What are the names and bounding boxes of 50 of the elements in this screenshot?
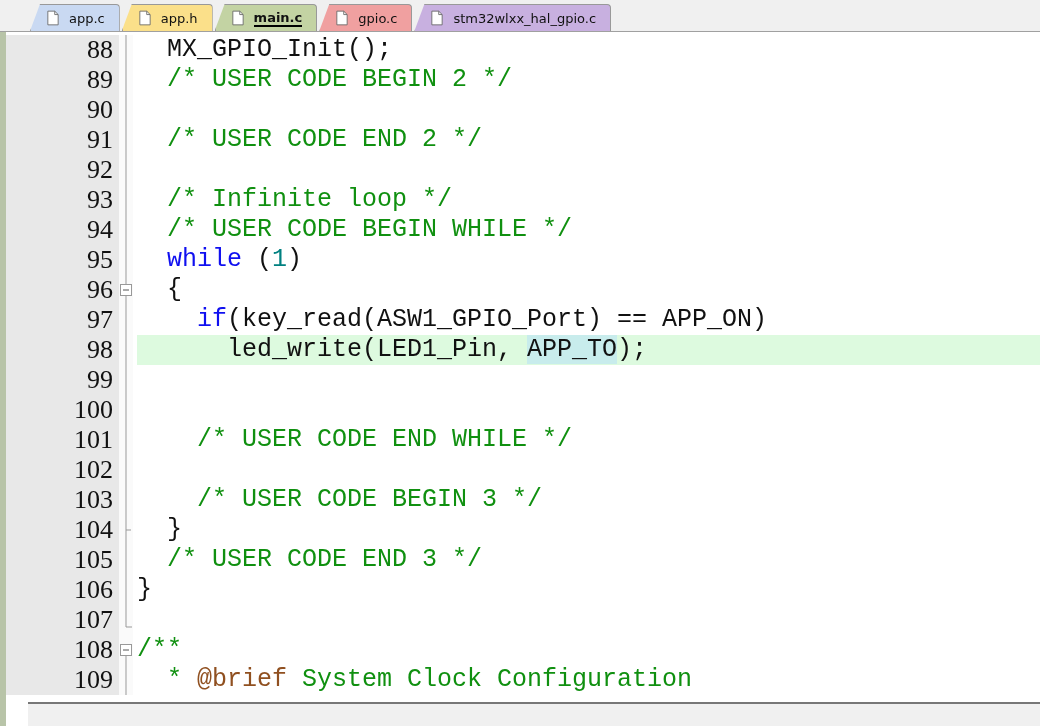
line-number: 104	[74, 515, 113, 545]
file-tab[interactable]: gpio.c	[319, 4, 413, 31]
line-number: 95	[87, 245, 113, 275]
line-number: 96	[87, 275, 113, 305]
file-icon	[47, 10, 59, 26]
code-line: MX_GPIO_Init();	[166, 35, 393, 65]
line-number: 99	[87, 365, 113, 395]
code-line: /* USER CODE BEGIN 2 */	[166, 65, 513, 95]
line-number: 91	[87, 125, 113, 155]
line-number: 100	[74, 395, 113, 425]
code-line: * @brief System Clock Configuration	[166, 665, 693, 695]
line-number: 90	[87, 95, 113, 125]
line-number: 92	[87, 155, 113, 185]
file-icon	[138, 10, 151, 26]
file-tab[interactable]: app.h	[121, 4, 213, 31]
code-line: /* USER CODE BEGIN WHILE */	[166, 215, 573, 245]
code-line: while (1)	[166, 245, 303, 275]
code-line: /* USER CODE BEGIN 3 */	[196, 485, 543, 515]
collapse-icon[interactable]	[119, 275, 133, 305]
line-number: 101	[74, 425, 113, 455]
code-line: /**	[137, 635, 182, 665]
code-line: }	[137, 575, 152, 605]
line-number: 103	[74, 485, 113, 515]
line-number: 97	[87, 305, 113, 335]
code-line: {	[166, 275, 182, 305]
line-number: 94	[87, 215, 113, 245]
file-tab[interactable]: app.c	[30, 4, 120, 31]
file-icon	[231, 10, 244, 26]
file-icon	[336, 10, 349, 26]
code-line: led_write(LED1_Pin, APP_TO);	[226, 335, 648, 365]
file-tab[interactable]: main.c	[214, 4, 318, 31]
line-number: 106	[74, 575, 113, 605]
line-number: 109	[74, 665, 113, 695]
code-line: /* USER CODE END 3 */	[166, 545, 483, 575]
code-line: /* USER CODE END WHILE */	[196, 425, 573, 455]
line-number: 102	[74, 455, 113, 485]
code-line: /* Infinite loop */	[166, 185, 453, 215]
file-icon	[431, 10, 444, 26]
line-number: 108	[74, 635, 113, 665]
file-tab[interactable]: stm32wlxx_hal_gpio.c	[414, 4, 612, 31]
code-line: /* USER CODE END 2 */	[166, 125, 483, 155]
line-number: 105	[74, 545, 113, 575]
code-line: if(key_read(ASW1_GPIO_Port) == APP_ON)	[196, 305, 768, 335]
horizontal-scrollbar[interactable]	[28, 702, 1040, 726]
line-number: 98	[87, 335, 113, 365]
line-number: 89	[87, 65, 113, 95]
line-number: 107	[74, 605, 113, 635]
line-number: 88	[87, 35, 113, 65]
line-number: 93	[87, 185, 113, 215]
code-line: }	[166, 515, 182, 545]
